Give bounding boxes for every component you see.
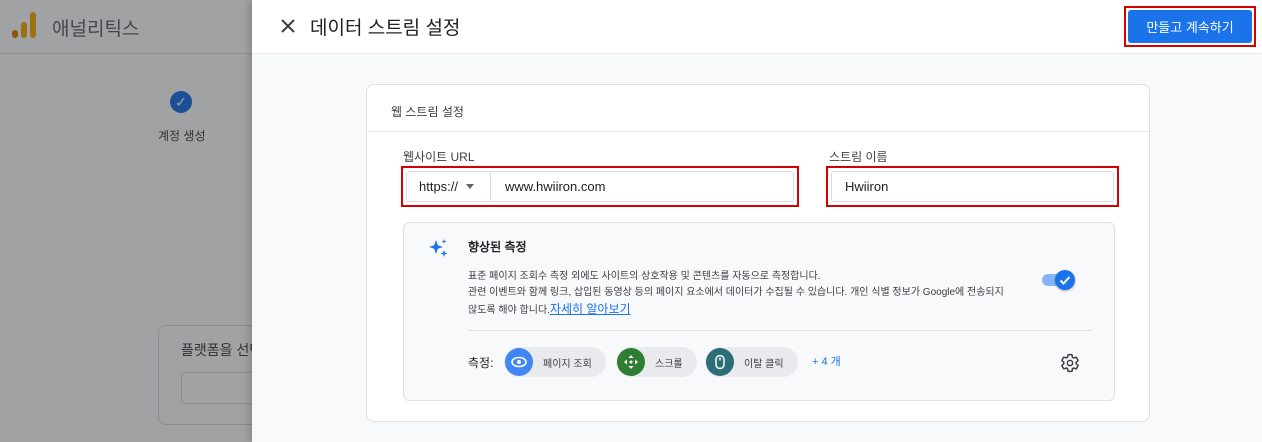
stream-name-label: 스트림 이름 bbox=[829, 150, 888, 164]
measurements-label: 측정: bbox=[468, 356, 494, 370]
chip-page-view[interactable]: 페이지 조회 bbox=[504, 347, 606, 377]
chip-label: 스크롤 bbox=[655, 358, 683, 370]
sparkle-icon bbox=[429, 239, 448, 257]
check-icon bbox=[1059, 276, 1071, 285]
panel-title: 데이터 스트림 설정 bbox=[310, 18, 461, 39]
close-icon bbox=[281, 19, 295, 33]
protocol-select[interactable]: https:// bbox=[407, 172, 491, 201]
close-button[interactable] bbox=[276, 14, 300, 38]
create-and-continue-button[interactable]: 만들고 계속하기 bbox=[1128, 10, 1252, 43]
divider bbox=[468, 330, 1092, 331]
chip-label: 이탈 클릭 bbox=[744, 358, 784, 370]
description-line-3: 않도록 해야 합니다. bbox=[468, 305, 550, 316]
panel-header: 데이터 스트림 설정 만들고 계속하기 bbox=[252, 0, 1262, 54]
enhanced-measurement-toggle[interactable] bbox=[1042, 269, 1076, 291]
data-stream-panel: 데이터 스트림 설정 만들고 계속하기 웹 스트림 설정 웹사이트 URL ht… bbox=[252, 0, 1262, 442]
scroll-icon bbox=[617, 348, 645, 376]
highlight-box: 만들고 계속하기 bbox=[1124, 6, 1256, 47]
more-measurements-link[interactable]: + 4 개 bbox=[812, 353, 841, 369]
mouse-icon bbox=[706, 348, 734, 376]
chip-label: 페이지 조회 bbox=[543, 358, 592, 370]
description-line-2: 관련 이벤트와 함께 링크, 삽입된 동영상 등의 페이지 요소에서 데이터가 … bbox=[468, 287, 1004, 298]
protocol-value: https:// bbox=[419, 179, 459, 194]
web-stream-card: 웹 스트림 설정 웹사이트 URL https:// 스트림 이름 향상된 측정 bbox=[366, 84, 1150, 422]
divider bbox=[367, 131, 1149, 132]
chevron-down-icon bbox=[466, 184, 475, 189]
chip-outbound-click[interactable]: 이탈 클릭 bbox=[705, 347, 798, 377]
website-url-label: 웹사이트 URL bbox=[403, 150, 475, 164]
enhanced-measurement-description: 표준 페이지 조회수 측정 외에도 사이트의 상호작용 및 콘텐츠를 자동으로 … bbox=[468, 269, 1068, 319]
url-highlight-box: https:// bbox=[401, 166, 799, 207]
card-title: 웹 스트림 설정 bbox=[391, 105, 464, 119]
name-highlight-box bbox=[826, 166, 1119, 207]
url-field-group: https:// bbox=[406, 171, 794, 202]
chip-scroll[interactable]: 스크롤 bbox=[616, 347, 697, 377]
eye-icon bbox=[505, 348, 533, 376]
enhanced-measurement-section: 향상된 측정 표준 페이지 조회수 측정 외에도 사이트의 상호작용 및 콘텐츠… bbox=[403, 222, 1115, 401]
enhanced-measurement-title: 향상된 측정 bbox=[468, 240, 527, 254]
description-line-1: 표준 페이지 조회수 측정 외에도 사이트의 상호작용 및 콘텐츠를 자동으로 … bbox=[468, 271, 821, 282]
toggle-knob bbox=[1055, 270, 1075, 290]
website-url-input[interactable] bbox=[491, 172, 793, 201]
learn-more-link[interactable]: 자세히 알아보기 bbox=[550, 302, 631, 316]
stream-name-input[interactable] bbox=[831, 171, 1114, 202]
gear-icon[interactable] bbox=[1060, 353, 1080, 373]
